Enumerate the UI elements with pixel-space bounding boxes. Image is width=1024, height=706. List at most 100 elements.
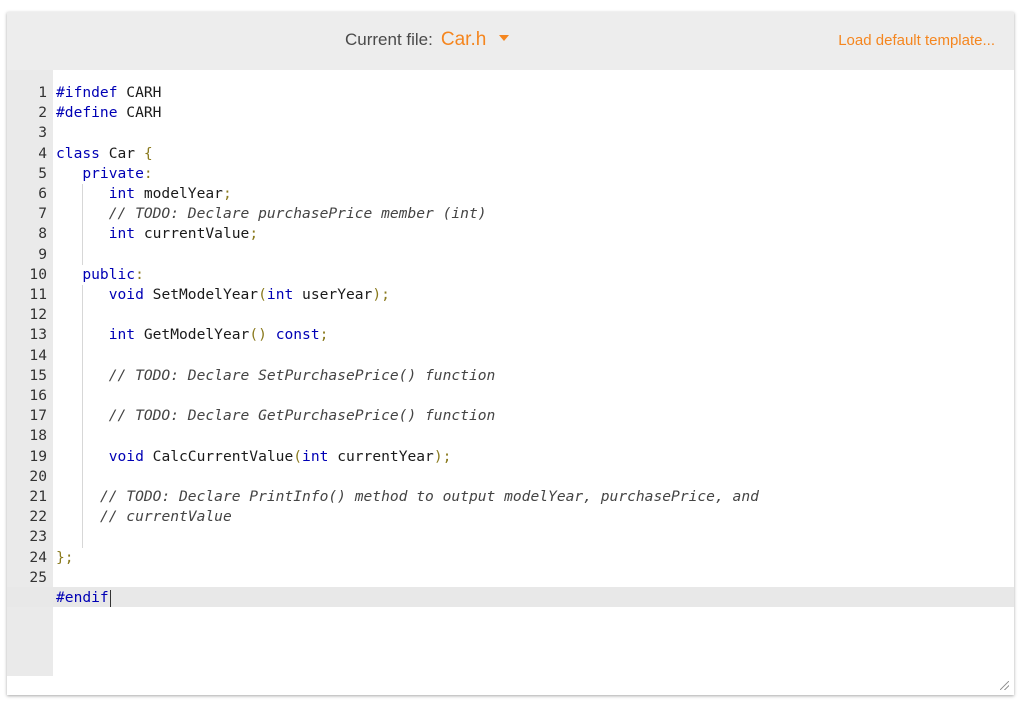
- code-editor-panel: Current file: Car.h Load default templat…: [7, 12, 1014, 695]
- resize-handle-icon[interactable]: [1000, 681, 1009, 690]
- code-token: // TODO: Declare purchasePrice member (i…: [108, 205, 487, 223]
- code-line[interactable]: [56, 527, 1014, 547]
- line-number: 9: [38, 245, 47, 263]
- line-number: 8: [38, 225, 47, 243]
- code-line[interactable]: // TODO: Declare GetPurchasePrice() func…: [56, 406, 1014, 426]
- code-token: // TODO: Declare SetPurchasePrice() func…: [108, 366, 496, 384]
- line-number: 20: [29, 467, 47, 485]
- code-line[interactable]: void SetModelYear(int userYear);: [56, 285, 1014, 305]
- code-token: private: [82, 164, 144, 182]
- current-file-name[interactable]: Car.h: [441, 29, 486, 51]
- code-token: (: [293, 447, 303, 465]
- line-number: 16: [29, 387, 47, 404]
- code-token: CalcCurrentValue: [143, 447, 294, 465]
- code-line[interactable]: };: [56, 548, 1014, 568]
- line-number: 4: [38, 144, 47, 162]
- code-line[interactable]: int GetModelYear() const;: [56, 325, 1014, 345]
- line-number: 24: [29, 548, 47, 566]
- code-token: int: [108, 326, 136, 344]
- line-number: 23: [29, 528, 47, 546]
- code-line[interactable]: #define CARH: [56, 103, 1014, 123]
- indent-guide: [82, 285, 83, 548]
- line-number-gutter: 1 2 3 4 5 6 7 8 9 10 11 12 13 14 15 16 17 18 19 20 21 22 23 24 2…: [7, 70, 53, 676]
- code-token: ;: [319, 326, 329, 344]
- code-token: void: [108, 286, 144, 303]
- current-file-dropdown[interactable]: Current file: Car.h: [345, 29, 510, 51]
- code-token: SetModelYear: [143, 286, 259, 303]
- line-number: 7: [38, 205, 47, 223]
- code-token: modelYear: [135, 185, 223, 202]
- code-token: );: [433, 447, 452, 465]
- line-number: 15: [29, 366, 47, 384]
- code-token: {: [143, 144, 153, 162]
- code-token: int: [266, 286, 294, 303]
- current-file-label: Current file:: [345, 30, 433, 49]
- code-line[interactable]: [56, 305, 1014, 325]
- line-number: 13: [29, 326, 47, 344]
- code-token: currentYear: [328, 447, 434, 465]
- code-line[interactable]: [56, 123, 1014, 143]
- code-line[interactable]: [56, 245, 1014, 265]
- code-token: void: [108, 447, 144, 465]
- code-token: // TODO: Declare PrintInfo() method to o…: [99, 488, 759, 505]
- line-number: 11: [29, 286, 47, 303]
- line-number: 22: [29, 508, 47, 526]
- code-token: public: [82, 265, 136, 283]
- line-number: 21: [29, 488, 47, 505]
- code-token: GetModelYear: [135, 326, 250, 344]
- code-token: Car: [99, 144, 144, 162]
- code-token: :: [135, 265, 144, 283]
- code-line[interactable]: class Car {: [56, 144, 1014, 164]
- line-number: 3: [38, 124, 47, 142]
- code-line[interactable]: // TODO: Declare PrintInfo() method to o…: [56, 487, 1014, 507]
- code-token: );: [372, 286, 390, 303]
- load-default-template-link[interactable]: Load default template...: [838, 32, 995, 49]
- code-line[interactable]: int modelYear;: [56, 184, 1014, 204]
- line-number: 1: [38, 84, 47, 101]
- code-editor[interactable]: 1 2 3 4 5 6 7 8 9 10 11 12 13 14 15 16 17 18 19 20 21 22 23 24 2…: [7, 70, 1014, 695]
- code-token: // TODO: Declare GetPurchasePrice() func…: [108, 407, 496, 425]
- chevron-down-icon[interactable]: [499, 35, 510, 41]
- line-number: 14: [29, 346, 47, 364]
- code-token: #endif: [56, 589, 109, 606]
- code-line[interactable]: int currentValue;: [56, 224, 1014, 244]
- indent-guide: [82, 184, 83, 265]
- code-line[interactable]: [56, 467, 1014, 487]
- code-line[interactable]: // TODO: Declare SetPurchasePrice() func…: [56, 366, 1014, 386]
- text-cursor: [109, 589, 111, 607]
- code-line[interactable]: [56, 346, 1014, 366]
- code-token: #ifndef: [56, 84, 118, 101]
- code-token: class: [56, 144, 100, 162]
- code-line[interactable]: // TODO: Declare purchasePrice member (i…: [56, 204, 1014, 224]
- code-line[interactable]: public:: [56, 265, 1014, 285]
- code-token: int: [108, 225, 136, 243]
- editor-header: Current file: Car.h Load default templat…: [7, 12, 1014, 70]
- line-number: 17: [29, 407, 47, 425]
- code-line[interactable]: #ifndef CARH: [56, 83, 1014, 103]
- line-number: 10: [29, 265, 47, 283]
- code-token: userYear: [293, 286, 373, 303]
- code-token: const: [275, 326, 320, 344]
- code-token: :: [143, 164, 153, 182]
- code-token: };: [56, 548, 74, 566]
- code-line[interactable]: [56, 386, 1014, 406]
- code-line[interactable]: [56, 568, 1014, 588]
- code-token: CARH: [117, 104, 162, 122]
- code-line[interactable]: private:: [56, 164, 1014, 184]
- code-token: currentValue: [135, 225, 250, 243]
- line-number: 6: [38, 185, 47, 202]
- code-line[interactable]: [56, 426, 1014, 446]
- code-token: (): [249, 326, 267, 344]
- line-number: 12: [29, 306, 47, 324]
- line-number: 2: [38, 104, 47, 122]
- code-line[interactable]: #endif: [56, 588, 1014, 608]
- code-token: // currentValue: [99, 508, 232, 526]
- code-line[interactable]: // currentValue: [56, 507, 1014, 527]
- code-line[interactable]: void CalcCurrentValue(int currentYear);: [56, 447, 1014, 467]
- code-token: #define: [56, 104, 118, 122]
